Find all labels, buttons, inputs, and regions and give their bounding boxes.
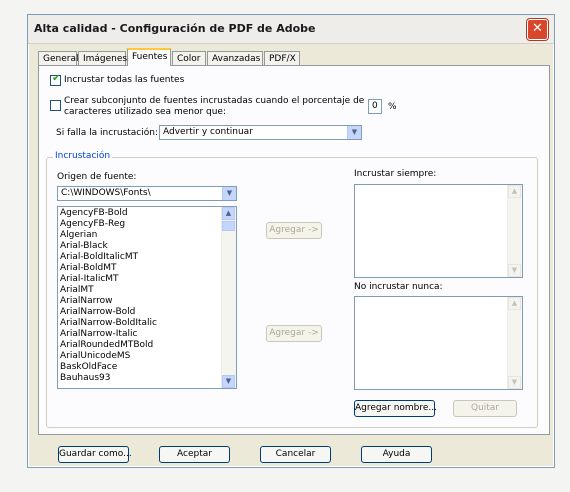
tab-fonts[interactable]: Fuentes [127, 48, 171, 66]
font-source-value: C:\WINDOWS\Fonts\ [61, 188, 151, 198]
window-title: Alta calidad - Configuración de PDF de A… [34, 22, 316, 35]
tab-images[interactable]: Imágenes [78, 51, 127, 65]
embedding-group-title: Incrustación [53, 151, 113, 161]
never-embed-label: No incrustar nunca: [354, 282, 443, 292]
list-item[interactable]: BaskOldFace [60, 362, 117, 373]
list-item[interactable]: Algerian [60, 230, 97, 241]
always-embed-label: Incrustar siempre: [354, 169, 437, 179]
add-never-button[interactable]: Agregar -> [266, 325, 322, 342]
never-embed-list[interactable]: ▲ ▼ [354, 296, 523, 390]
always-embed-list[interactable]: ▲ ▼ [354, 184, 523, 278]
embed-all-checkbox[interactable]: ✔ [50, 73, 61, 86]
list-item[interactable]: ArialNarrow-Italic [60, 329, 137, 340]
percent-sign: % [388, 102, 397, 112]
title-bar[interactable]: Alta calidad - Configuración de PDF de A… [28, 15, 554, 44]
fail-dropdown[interactable]: Advertir y continuar ▼ [159, 125, 362, 140]
list-item[interactable]: ArialUnicodeMS [60, 351, 130, 362]
always-list-scrollbar[interactable]: ▲ ▼ [507, 185, 522, 277]
list-item[interactable]: Arial-ItalicMT [60, 274, 119, 285]
close-icon[interactable]: ✕ [527, 19, 548, 40]
scroll-thumb[interactable] [222, 221, 235, 231]
embed-all-label: Incrustar todas las fuentes [64, 75, 185, 85]
list-item[interactable]: ArialNarrow [60, 296, 113, 307]
checkmark-icon: ✔ [52, 73, 61, 84]
list-item[interactable]: ArialNarrow-Bold [60, 307, 135, 318]
list-item[interactable]: AgencyFB-Bold [60, 208, 128, 219]
scroll-down-icon[interactable]: ▼ [508, 376, 521, 389]
list-item[interactable]: ArialNarrow-BoldItalic [60, 318, 157, 329]
tab-color[interactable]: Color [172, 51, 206, 65]
subset-checkbox[interactable] [50, 100, 61, 111]
list-item[interactable]: Bauhaus93 [60, 373, 110, 384]
scroll-up-icon[interactable]: ▲ [508, 297, 521, 310]
tab-advanced[interactable]: Avanzadas [207, 51, 263, 65]
cancel-button[interactable]: Cancelar [260, 446, 331, 463]
never-list-scrollbar[interactable]: ▲ ▼ [507, 297, 522, 389]
subset-label-line1: Crear subconjunto de fuentes incrustadas… [64, 96, 365, 106]
list-item[interactable]: Arial-BoldItalicMT [60, 252, 138, 263]
font-list-scrollbar[interactable]: ▲ ▼ [221, 207, 236, 388]
scroll-up-icon[interactable]: ▲ [508, 185, 521, 198]
font-source-dropdown[interactable]: C:\WINDOWS\Fonts\ ▼ [57, 186, 237, 201]
list-item[interactable]: AgencyFB-Reg [60, 219, 125, 230]
chevron-down-icon[interactable]: ▼ [222, 187, 236, 200]
fail-dropdown-value: Advertir y continuar [163, 127, 253, 137]
font-source-label: Origen de fuente: [57, 172, 137, 182]
tab-general[interactable]: General [38, 51, 78, 65]
save-as-button[interactable]: Guardar como... [58, 446, 132, 463]
scroll-down-icon[interactable]: ▼ [222, 375, 235, 388]
remove-button[interactable]: Quitar [453, 400, 517, 417]
list-item[interactable]: ArialRoundedMTBold [60, 340, 153, 351]
add-always-button[interactable]: Agregar -> [266, 222, 322, 239]
list-item[interactable]: ArialMT [60, 285, 94, 296]
tab-pdfx[interactable]: PDF/X [264, 51, 300, 65]
subset-percent-field[interactable]: 0 [368, 99, 382, 114]
font-list[interactable]: AgencyFB-Bold AgencyFB-Reg Algerian Aria… [57, 206, 237, 389]
subset-label-line2: caracteres utilizado sea menor que: [64, 107, 226, 117]
scroll-up-icon[interactable]: ▲ [222, 207, 235, 220]
list-item[interactable]: Arial-Black [60, 241, 108, 252]
chevron-down-icon[interactable]: ▼ [347, 126, 361, 139]
subset-percent-value: 0 [372, 101, 378, 111]
ok-button[interactable]: Aceptar [159, 446, 230, 463]
scroll-down-icon[interactable]: ▼ [508, 264, 521, 277]
add-name-button[interactable]: Agregar nombre... [354, 400, 437, 417]
help-button[interactable]: Ayuda [361, 446, 432, 463]
settings-dialog: Alta calidad - Configuración de PDF de A… [27, 14, 555, 468]
list-item[interactable]: Arial-BoldMT [60, 263, 116, 274]
embedding-group: Incrustación Origen de fuente: C:\WINDOW… [46, 151, 538, 428]
fonts-panel: ✔ Incrustar todas las fuentes Crear subc… [38, 65, 550, 435]
fail-label: Si falla la incrustación: [56, 128, 158, 138]
